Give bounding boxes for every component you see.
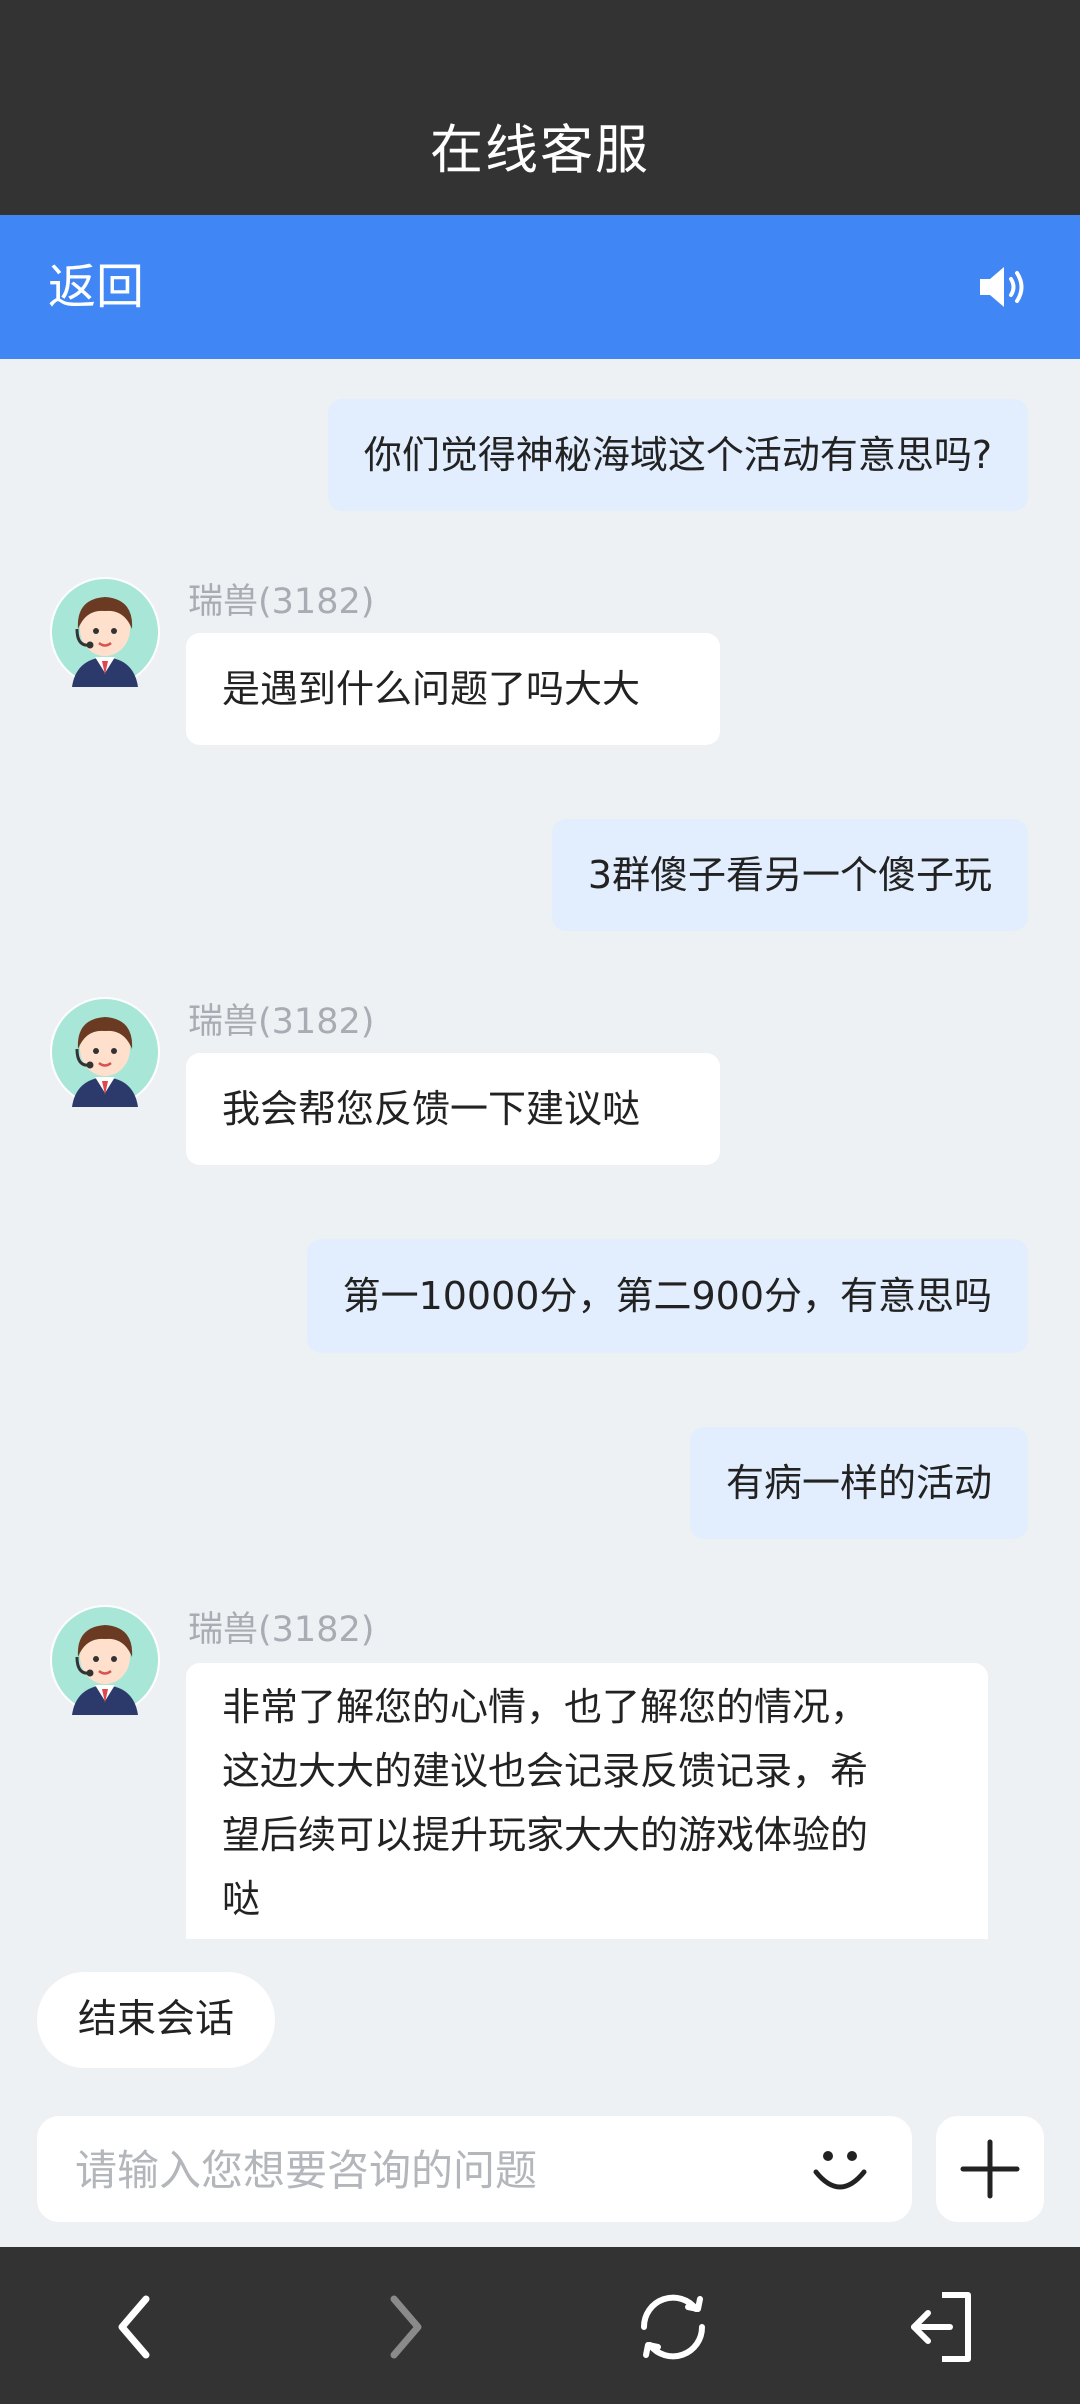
agent-name: 瑞兽(3182) [188, 1002, 375, 1042]
agent-message-line: 这边大大的建议也会记录反馈记录，希 [222, 1749, 869, 1793]
chat-area[interactable]: 你们觉得神秘海域这个活动有意思吗? 瑞兽(3182) 是遇到什么问题了吗大大 3… [0, 359, 1080, 1939]
user-message: 3群傻子看另一个傻子玩 [551, 819, 1028, 931]
agent-name: 瑞兽(3182) [188, 1610, 375, 1650]
agent-message: 非常了解您的心情，也了解您的情况， 这边大大的建议也会记录反馈记录，希 望后续可… [186, 1663, 988, 1939]
agent-message-line: 非常了解您的心情，也了解您的情况， [222, 1685, 869, 1729]
end-session-button[interactable]: 结束会话 [37, 1972, 275, 2068]
bottom-nav-bar [0, 2247, 1080, 2404]
agent-avatar [50, 577, 160, 687]
message-input[interactable] [73, 2116, 797, 2224]
page-title: 在线客服 [430, 120, 650, 181]
back-button[interactable]: 返回 [48, 215, 144, 359]
user-message: 第一10000分，第二900分，有意思吗 [306, 1239, 1028, 1353]
agent-message-line: 哒 [222, 1877, 261, 1921]
chevron-right-icon[interactable] [360, 2287, 450, 2367]
agent-message-line: 望后续可以提升玩家大大的游戏体验的 [222, 1813, 869, 1857]
agent-name: 瑞兽(3182) [188, 582, 375, 622]
chevron-left-icon[interactable] [90, 2287, 180, 2367]
agent-avatar [50, 1605, 160, 1715]
agent-message: 是遇到什么问题了吗大大 [186, 633, 720, 745]
emoji-icon[interactable] [810, 2142, 870, 2198]
title-bar: 在线客服 [0, 0, 1080, 215]
exit-icon[interactable] [900, 2287, 990, 2367]
nav-bar: 返回 [0, 215, 1080, 359]
message-input-box[interactable] [37, 2116, 912, 2224]
user-message: 有病一样的活动 [689, 1427, 1028, 1539]
agent-avatar [50, 997, 160, 1107]
user-message: 你们觉得神秘海域这个活动有意思吗? [327, 399, 1028, 511]
refresh-icon[interactable] [628, 2287, 718, 2367]
plus-button[interactable] [936, 2116, 1044, 2222]
speaker-icon[interactable] [976, 262, 1030, 312]
agent-message: 我会帮您反馈一下建议哒 [186, 1053, 720, 1165]
